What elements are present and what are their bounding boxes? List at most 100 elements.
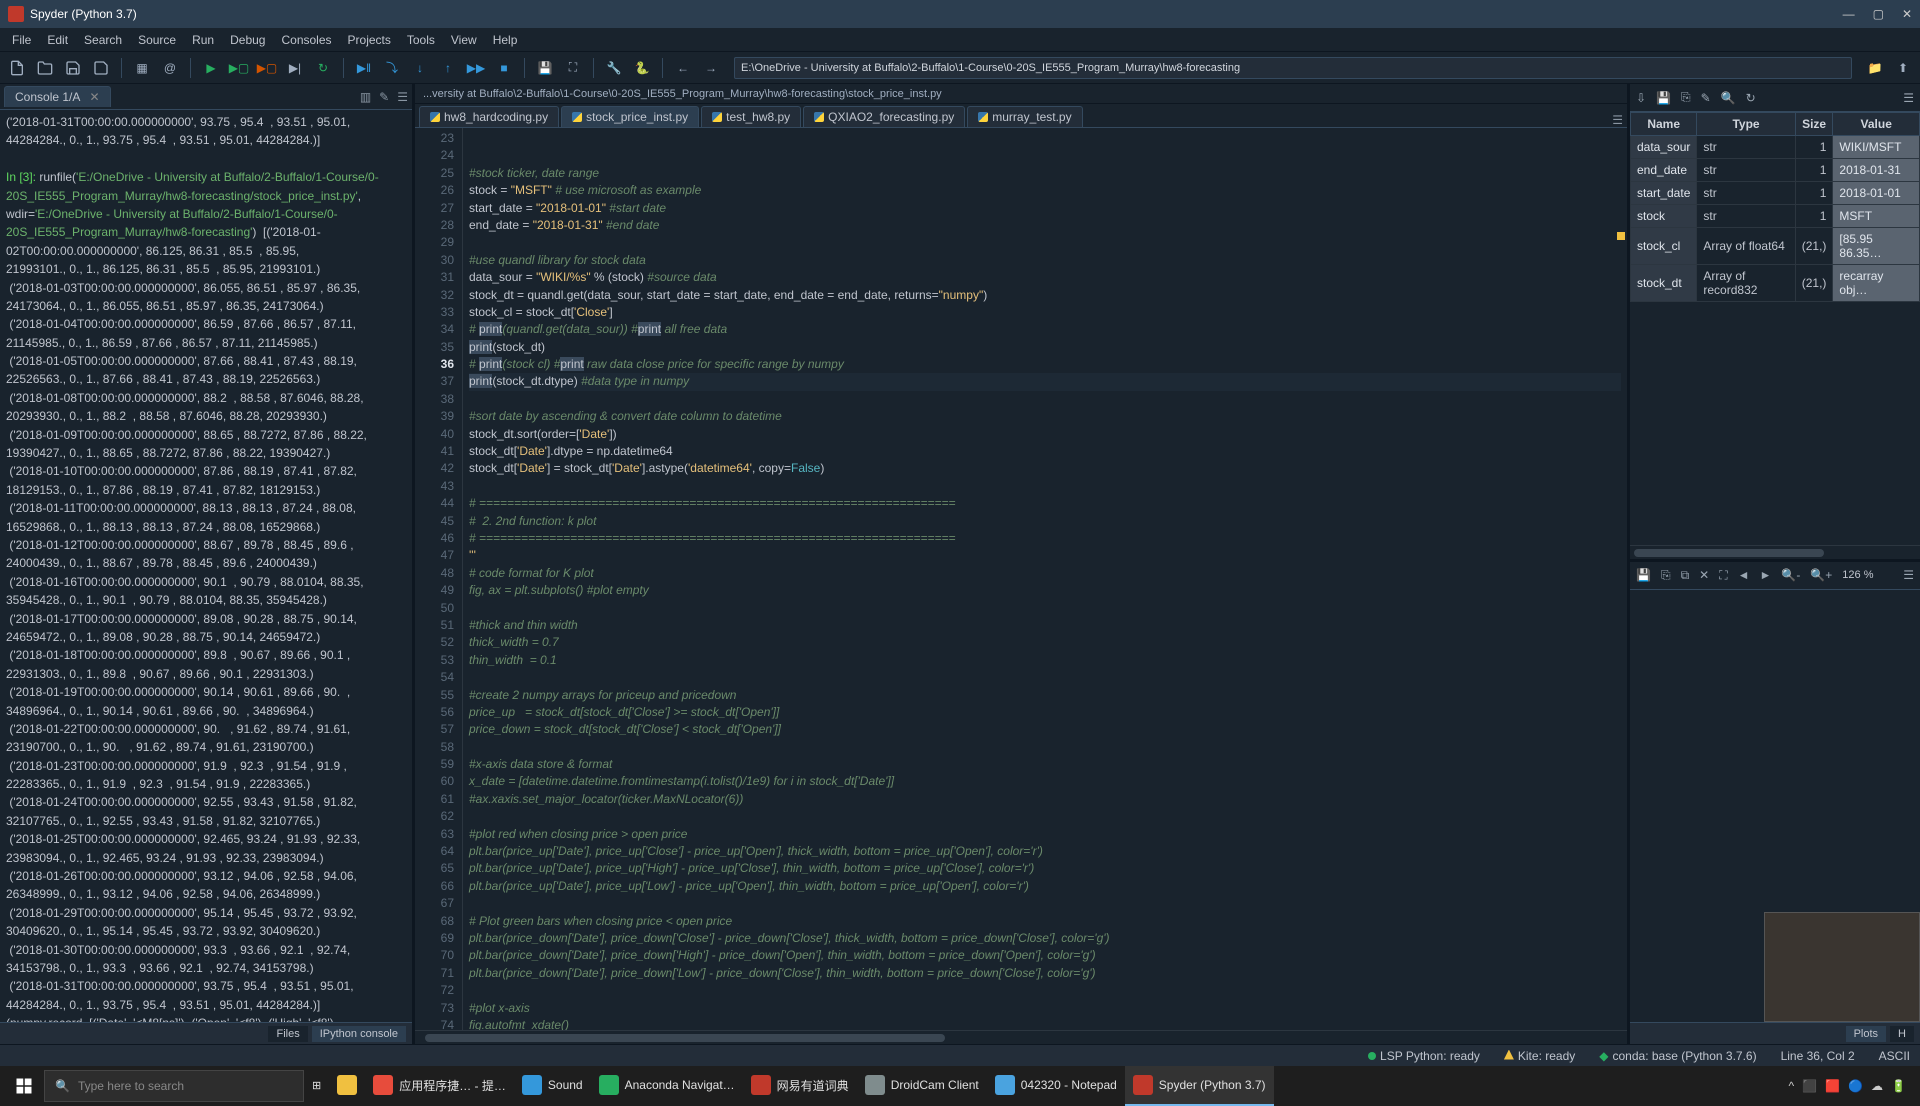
at-icon[interactable]: @ [159, 57, 181, 79]
close-button[interactable]: ✕ [1902, 7, 1912, 21]
step-into-icon[interactable]: ↓ [409, 57, 431, 79]
taskbar-app[interactable]: Spyder (Python 3.7) [1125, 1066, 1274, 1106]
tray-icon[interactable]: 🔵 [1848, 1079, 1863, 1093]
taskbar-search[interactable]: 🔍 Type here to search [44, 1070, 304, 1102]
var-header[interactable]: Type [1697, 113, 1795, 136]
new-file-icon[interactable] [6, 57, 28, 79]
menu-source[interactable]: Source [132, 31, 182, 49]
save-all-plots-icon[interactable]: ⎘ [1661, 568, 1671, 583]
menu-consoles[interactable]: Consoles [275, 31, 337, 49]
editor-tab[interactable]: test_hw8.py [701, 106, 801, 127]
preferences-icon[interactable]: 🔧 [603, 57, 625, 79]
variable-row[interactable]: end_datestr12018-01-31 [1631, 159, 1920, 182]
forward-icon[interactable]: → [700, 57, 722, 79]
ipython-console-tab[interactable]: IPython console [312, 1026, 406, 1042]
variable-row[interactable]: stockstr1MSFT [1631, 205, 1920, 228]
run-icon[interactable]: ▶ [200, 57, 222, 79]
search-var-icon[interactable]: 🔍 [1721, 91, 1736, 105]
menu-debug[interactable]: Debug [224, 31, 271, 49]
tray-chevron-icon[interactable]: ^ [1789, 1079, 1795, 1093]
step-out-icon[interactable]: ↑ [437, 57, 459, 79]
cell-icon[interactable]: ▦ [131, 57, 153, 79]
clear-icon[interactable]: ✎ [1701, 91, 1711, 105]
taskbar-app[interactable]: Anaconda Navigat… [591, 1066, 743, 1106]
save-data-icon[interactable]: 💾 [1656, 91, 1671, 105]
pane-options-icon[interactable]: ▥ [360, 90, 371, 104]
var-header[interactable]: Name [1631, 113, 1697, 136]
prev-plot-icon[interactable]: ◄ [1738, 568, 1750, 582]
import-data-icon[interactable]: ⇩ [1636, 91, 1646, 105]
tray-icon[interactable]: 🔋 [1891, 1079, 1906, 1093]
rerun-icon[interactable]: ↻ [312, 57, 334, 79]
save-all-icon[interactable] [90, 57, 112, 79]
run-cell-advance-icon[interactable]: ▶▢ [256, 57, 278, 79]
menu-view[interactable]: View [445, 31, 483, 49]
save-layout-icon[interactable]: 💾 [534, 57, 556, 79]
var-header[interactable]: Value [1833, 113, 1920, 136]
files-tab[interactable]: Files [268, 1026, 307, 1042]
browse-dir-icon[interactable]: 📁 [1864, 57, 1886, 79]
remove-plot-icon[interactable]: ✕ [1699, 568, 1709, 582]
pane-edit-icon[interactable]: ✎ [379, 90, 389, 104]
save-as-icon[interactable]: ⎘ [1681, 90, 1691, 105]
variable-row[interactable]: stock_clArray of float64(21,)[85.95 86.3… [1631, 228, 1920, 265]
menu-tools[interactable]: Tools [401, 31, 441, 49]
maximize-button[interactable]: ▢ [1873, 7, 1884, 21]
editor-tab[interactable]: murray_test.py [967, 106, 1082, 127]
help-tab[interactable]: H [1890, 1026, 1914, 1042]
copy-plot-icon[interactable]: ⧉ [1681, 568, 1690, 583]
tray-icon[interactable]: 🟥 [1825, 1079, 1840, 1093]
editor-horizontal-scrollbar[interactable] [415, 1030, 1627, 1044]
minimize-button[interactable]: — [1843, 7, 1855, 21]
warning-marker-icon[interactable] [1617, 232, 1625, 240]
plots-menu-icon[interactable]: ☰ [1903, 568, 1914, 582]
tray-icon[interactable]: ⬛ [1802, 1079, 1817, 1093]
menu-file[interactable]: File [6, 31, 37, 49]
variable-row[interactable]: data_sourstr1WIKI/MSFT [1631, 136, 1920, 159]
plots-tab[interactable]: Plots [1846, 1026, 1886, 1042]
next-plot-icon[interactable]: ► [1760, 568, 1772, 582]
refresh-icon[interactable]: ↻ [1746, 91, 1756, 105]
taskbar-app[interactable]: DroidCam Client [857, 1066, 987, 1106]
zoom-in-icon[interactable]: 🔍+ [1810, 568, 1832, 582]
python-path-icon[interactable]: 🐍 [631, 57, 653, 79]
task-view-button[interactable]: ⊞ [304, 1066, 329, 1106]
ipython-console[interactable]: ('2018-01-31T00:00:00.000000000', 93.75 … [0, 110, 412, 1022]
menu-edit[interactable]: Edit [41, 31, 74, 49]
variable-row[interactable]: stock_dtArray of record832(21,)recarray … [1631, 265, 1920, 302]
pane-menu-icon[interactable]: ☰ [397, 90, 408, 104]
conda-status[interactable]: ◆conda: base (Python 3.7.6) [1599, 1049, 1756, 1063]
menu-search[interactable]: Search [78, 31, 128, 49]
editor-tab[interactable]: hw8_hardcoding.py [419, 106, 559, 127]
menu-projects[interactable]: Projects [342, 31, 397, 49]
system-tray[interactable]: ^ ⬛ 🟥 🔵 ☁ 🔋 [1779, 1079, 1916, 1093]
editor-tab[interactable]: stock_price_inst.py [561, 106, 699, 127]
step-over-icon[interactable]: ⤵ [381, 57, 403, 79]
debug-icon[interactable]: ▶‖ [353, 57, 375, 79]
variable-row[interactable]: start_datestr12018-01-01 [1631, 182, 1920, 205]
stop-debug-icon[interactable]: ■ [493, 57, 515, 79]
menu-run[interactable]: Run [186, 31, 220, 49]
open-file-icon[interactable] [34, 57, 56, 79]
taskbar-app[interactable]: 042320 - Notepad [987, 1066, 1125, 1106]
var-horizontal-scrollbar[interactable] [1630, 545, 1920, 559]
close-tab-icon[interactable]: ✕ [89, 90, 99, 104]
maximize-pane-icon[interactable]: ⛶ [562, 57, 584, 79]
taskbar-app[interactable]: 网易有道词典 [743, 1066, 857, 1106]
save-plot-icon[interactable]: 💾 [1636, 568, 1651, 582]
fullscreen-plot-icon[interactable]: ⛶ [1719, 568, 1727, 583]
start-button[interactable] [4, 1066, 44, 1106]
taskbar-app[interactable]: 应用程序捷… - 提… [365, 1066, 514, 1106]
working-directory-input[interactable]: E:\OneDrive - University at Buffalo\2-Bu… [734, 57, 1852, 79]
zoom-out-icon[interactable]: 🔍- [1781, 568, 1800, 582]
menu-help[interactable]: Help [487, 31, 524, 49]
editor-menu-icon[interactable]: ☰ [1612, 113, 1623, 127]
save-icon[interactable] [62, 57, 84, 79]
var-header[interactable]: Size [1795, 113, 1833, 136]
continue-icon[interactable]: ▶▶ [465, 57, 487, 79]
file-explorer-button[interactable] [329, 1066, 365, 1106]
editor-tab[interactable]: QXIAO2_forecasting.py [803, 106, 965, 127]
parent-dir-icon[interactable]: ⬆ [1892, 57, 1914, 79]
tray-icon[interactable]: ☁ [1871, 1079, 1883, 1093]
run-cell-icon[interactable]: ▶▢ [228, 57, 250, 79]
